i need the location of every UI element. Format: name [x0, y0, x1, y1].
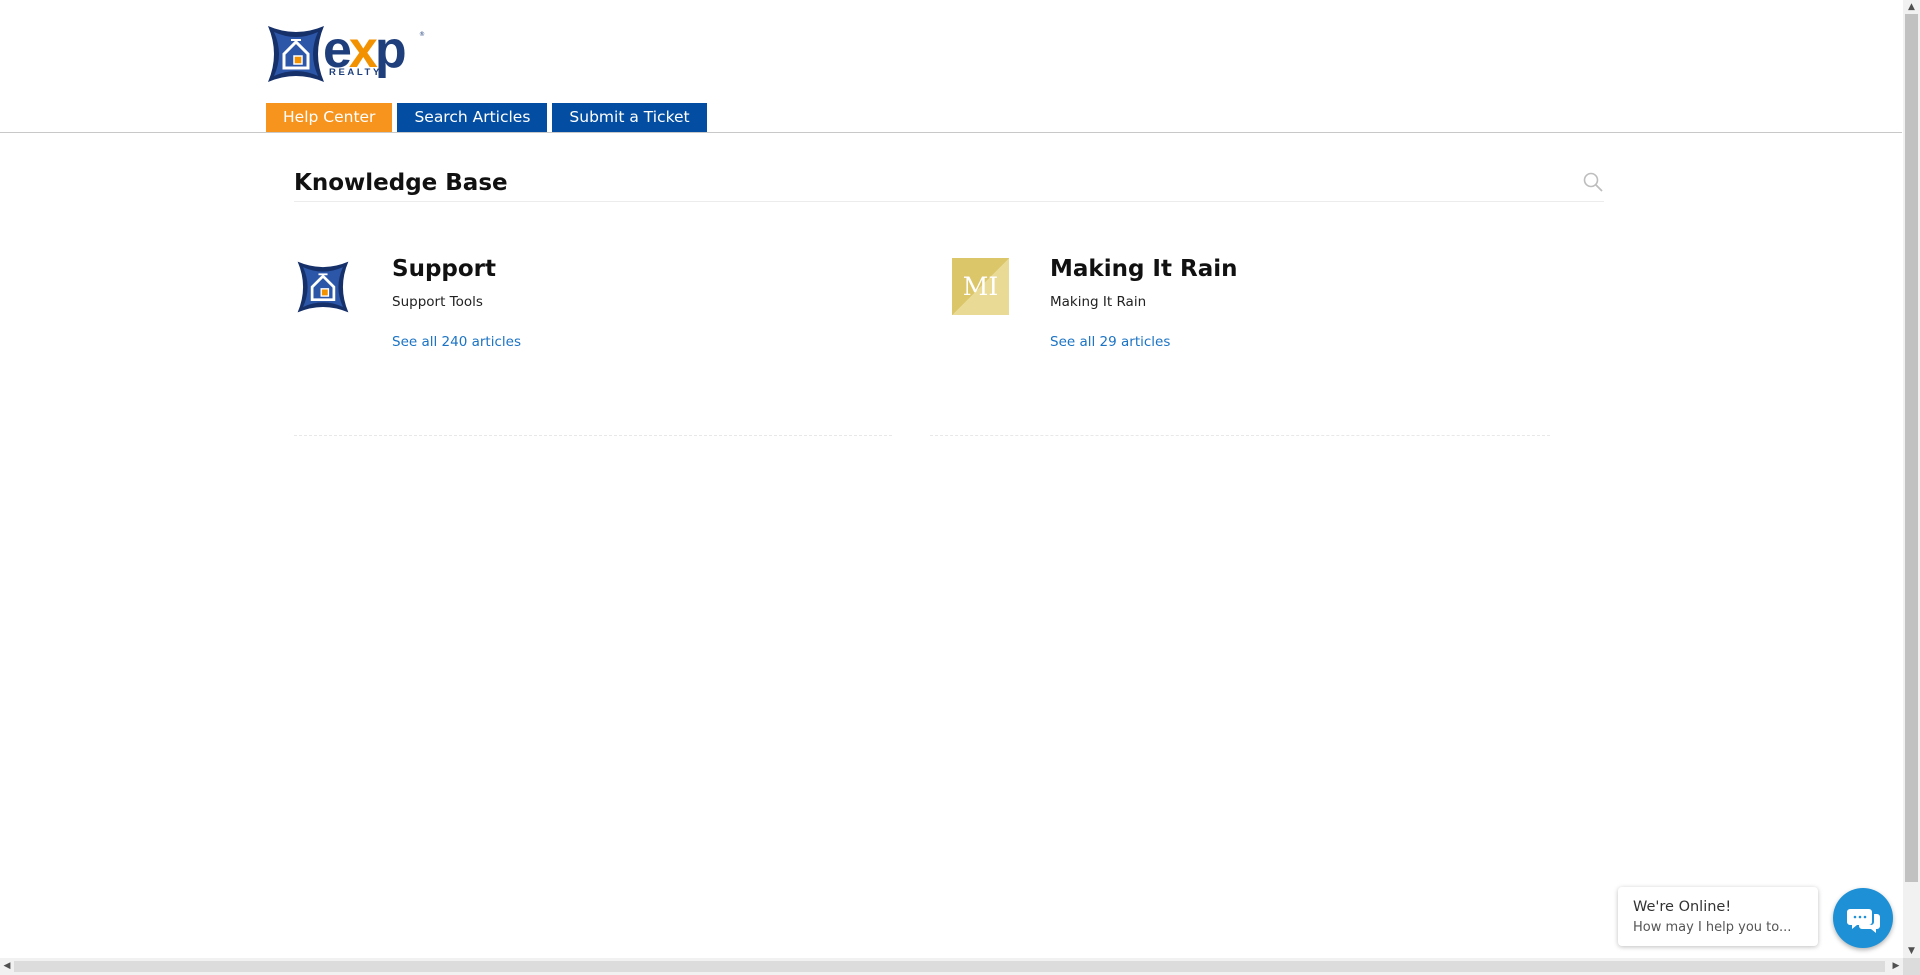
tab-submit-ticket[interactable]: Submit a Ticket — [552, 103, 707, 132]
see-all-articles-link[interactable]: See all 29 articles — [1050, 334, 1170, 350]
registered-mark: ® — [419, 31, 425, 38]
exp-logo-icon[interactable] — [294, 258, 352, 316]
exp-logo-icon — [268, 26, 324, 82]
chat-greeting-bubble[interactable]: We're Online! How may I help you to... — [1618, 887, 1818, 946]
scroll-up-icon[interactable]: ▲ — [1903, 0, 1920, 14]
kb-title-row: Knowledge Base — [294, 163, 1604, 202]
category-initials-icon[interactable]: MI — [952, 258, 1009, 315]
category-title[interactable]: Support — [392, 256, 496, 282]
category-description: Making It Rain — [1050, 294, 1147, 310]
scroll-down-icon[interactable]: ▼ — [1903, 944, 1920, 958]
tab-help-center[interactable]: Help Center — [266, 103, 393, 132]
search-icon[interactable] — [1582, 171, 1604, 193]
divider — [930, 435, 1550, 436]
logo-subtitle: REALTY — [329, 67, 382, 78]
scroll-thumb[interactable] — [14, 961, 1885, 972]
chat-greeting: We're Online! — [1633, 899, 1732, 915]
chat-icon — [1847, 909, 1880, 933]
category-support: Support Support Tools See all 240 articl… — [294, 256, 892, 436]
category-making-it-rain: MI Making It Rain Making It Rain See all… — [930, 256, 1550, 436]
tab-search-articles[interactable]: Search Articles — [397, 103, 548, 132]
chat-prompt: How may I help you to... — [1633, 920, 1792, 935]
chat-button[interactable] — [1833, 888, 1893, 948]
divider — [294, 435, 892, 436]
category-description: Support Tools — [392, 294, 483, 310]
vertical-scrollbar[interactable]: ▲ ▼ — [1903, 0, 1920, 958]
scroll-thumb[interactable] — [1905, 14, 1918, 882]
see-all-articles-link[interactable]: See all 240 articles — [392, 334, 521, 350]
site-header: exp REALTY ® Help Center Search Articles… — [0, 0, 1902, 133]
scroll-right-icon[interactable]: ▶ — [1889, 958, 1903, 975]
category-title[interactable]: Making It Rain — [1050, 256, 1237, 282]
main-nav: Help Center Search Articles Submit a Tic… — [266, 103, 707, 132]
scrollbar-corner — [1903, 958, 1920, 975]
scroll-left-icon[interactable]: ◀ — [0, 958, 14, 975]
horizontal-scrollbar[interactable]: ◀ ▶ — [0, 958, 1920, 975]
page-title: Knowledge Base — [294, 170, 508, 196]
exp-realty-logo[interactable]: exp REALTY ® — [264, 22, 426, 86]
